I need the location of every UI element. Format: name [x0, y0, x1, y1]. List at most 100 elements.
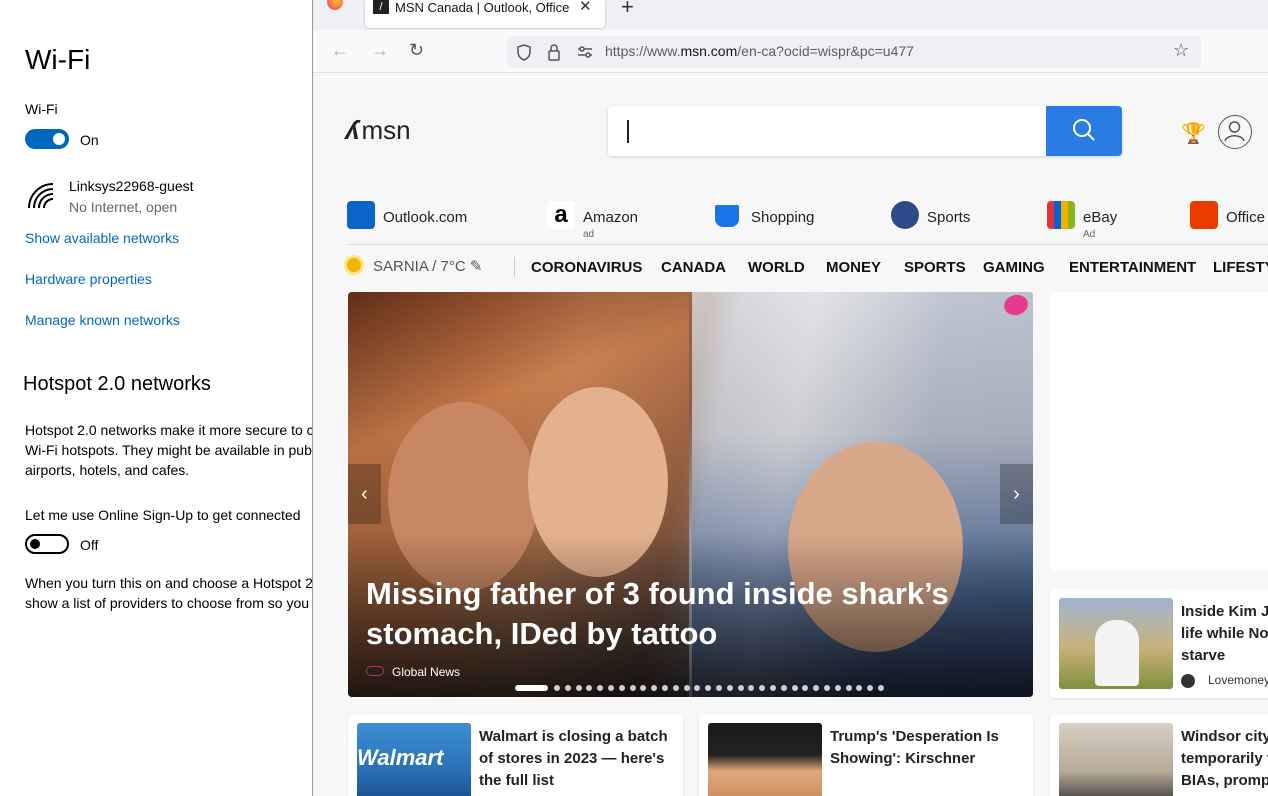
news-card[interactable]: Windsor city temporarily t BIAs, prompt [1050, 714, 1268, 796]
news-card-title: Walmart is closing a batch of stores in … [479, 728, 668, 789]
url-text[interactable]: https://www.msn.com/en-ca?ocid=wispr&pc=… [605, 43, 914, 59]
forward-icon[interactable]: → [371, 40, 389, 61]
ad-placeholder [1050, 292, 1268, 571]
carousel-dot[interactable] [834, 685, 841, 691]
msn-butterfly-icon: ʎ [345, 115, 360, 145]
wifi-toggle[interactable] [25, 129, 69, 149]
side-story-card[interactable]: Inside Kim Jo life while No starve Lovem… [1050, 589, 1268, 698]
hero-carousel[interactable]: ‹ › Missing father of 3 found inside sha… [348, 292, 1033, 697]
online-signup-toggle[interactable] [25, 534, 69, 554]
browser-window: / MSN Canada | Outlook, Office, ✕ + ← → … [312, 0, 1268, 796]
news-card-image: Walmart [357, 723, 471, 796]
news-card-title: Windsor city temporarily t BIAs, prompt [1181, 728, 1268, 789]
carousel-prev-button[interactable]: ‹ [348, 464, 381, 524]
msn-logo[interactable]: ʎmsn [345, 115, 411, 146]
carousel-dot[interactable] [716, 685, 722, 691]
nav-money[interactable]: MONEY [826, 259, 881, 276]
ebay-bag-icon [1047, 201, 1075, 229]
tab-bar: / MSN Canada | Outlook, Office, ✕ + [313, 0, 1268, 30]
news-card-image [708, 723, 822, 796]
toggle-knob [30, 539, 40, 549]
shield-icon[interactable] [516, 44, 532, 61]
network-status: No Internet, open [69, 199, 178, 215]
text-caret [627, 120, 629, 143]
search-input[interactable] [608, 106, 1122, 156]
account-avatar-icon[interactable] [1218, 115, 1252, 149]
nav-canada[interactable]: CANADA [661, 259, 726, 276]
carousel-dot[interactable] [608, 685, 614, 691]
carousel-dot[interactable] [737, 685, 744, 691]
carousel-dot[interactable] [629, 685, 636, 691]
carousel-dot[interactable] [564, 685, 571, 691]
weather-widget[interactable]: SARNIA / 7°C ✎ [347, 257, 482, 275]
news-card[interactable]: Trump's 'Desperation Is Showing': Kirsch… [699, 714, 1033, 796]
sun-icon [347, 258, 361, 272]
news-card[interactable]: Walmart Walmart is closing a batch of st… [348, 714, 683, 796]
divider [514, 257, 515, 277]
signup-toggle-state: Off [80, 537, 99, 553]
wifi-signal-icon [28, 183, 54, 209]
network-name[interactable]: Linksys22968-guest [69, 178, 194, 194]
nav-world[interactable]: WORLD [748, 259, 805, 276]
edit-pencil-icon[interactable]: ✎ [470, 258, 483, 275]
quick-link-label: Office [1226, 209, 1265, 226]
nav-lifestyle[interactable]: LIFESTY [1213, 259, 1268, 276]
news-card-title: Trump's 'Desperation Is Showing': Kirsch… [830, 728, 999, 767]
search-button[interactable] [1046, 106, 1122, 156]
tab-msn[interactable]: / MSN Canada | Outlook, Office, ✕ [365, 0, 605, 28]
quick-link-label: Amazon [583, 209, 639, 226]
side-story-title: Inside Kim Jo life while No starve [1181, 603, 1268, 664]
tab-title: MSN Canada | Outlook, Office, [395, 0, 570, 15]
carousel-dot-active[interactable] [515, 685, 548, 691]
bookmark-star-icon[interactable]: ☆ [1173, 40, 1189, 61]
hotspot-description: Hotspot 2.0 networks make it more secure… [25, 422, 312, 478]
carousel-dot[interactable] [770, 685, 776, 691]
news-card-image [1059, 723, 1173, 796]
carousel-next-button[interactable]: › [1000, 464, 1033, 524]
lock-icon[interactable] [547, 44, 561, 61]
carousel-dot[interactable] [824, 685, 830, 691]
close-tab-icon[interactable]: ✕ [579, 0, 592, 15]
carousel-dot[interactable] [845, 685, 852, 691]
toggle-knob [53, 133, 65, 145]
nav-coronavirus[interactable]: CORONAVIRUS [531, 259, 642, 276]
carousel-dot[interactable] [726, 685, 733, 691]
carousel-dot[interactable] [878, 685, 884, 691]
show-available-networks-link[interactable]: Show available networks [25, 230, 179, 246]
amazon-icon: a [547, 201, 575, 229]
wifi-toggle-state: On [80, 132, 99, 148]
new-tab-icon[interactable]: + [621, 0, 634, 20]
reload-icon[interactable]: ↻ [409, 40, 424, 61]
outlook-icon [347, 201, 375, 229]
carousel-dot[interactable] [672, 685, 679, 691]
msn-page: ʎmsn 🏆 Outlook.com a Amazon ad Shopping [313, 73, 1268, 796]
hero-headline[interactable]: Missing father of 3 found inside shark’s… [366, 574, 1006, 654]
back-icon[interactable]: ← [331, 40, 349, 61]
quick-link-label: eBay [1083, 209, 1118, 226]
rewards-trophy-icon[interactable]: 🏆 [1181, 121, 1206, 146]
nav-entertainment[interactable]: ENTERTAINMENT [1069, 259, 1196, 276]
carousel-dot[interactable] [554, 685, 560, 691]
nav-sports[interactable]: SPORTS [904, 259, 966, 276]
carousel-dot[interactable] [791, 685, 798, 691]
source-logo-icon [1181, 674, 1195, 688]
permissions-icon[interactable] [577, 46, 593, 58]
hardware-properties-link[interactable]: Hardware properties [25, 271, 152, 287]
url-bar[interactable]: https://www.msn.com/en-ca?ocid=wispr&pc=… [507, 36, 1201, 68]
carousel-dot[interactable] [780, 685, 787, 691]
carousel-dot[interactable] [575, 685, 582, 691]
ad-label: Ad [1083, 229, 1096, 240]
nav-gaming[interactable]: GAMING [983, 259, 1045, 276]
wifi-settings-panel: Wi-Fi Wi-Fi On Linksys22968-guest No Int… [0, 0, 312, 796]
source-logo-icon [366, 666, 384, 676]
search-icon [1073, 119, 1095, 141]
msn-favicon-icon: / [373, 0, 389, 14]
signup-label: Let me use Online Sign-Up to get connect… [25, 507, 301, 523]
carousel-dot[interactable] [683, 685, 690, 691]
carousel-dot[interactable] [618, 685, 625, 691]
manage-known-networks-link[interactable]: Manage known networks [25, 312, 180, 328]
category-bar: SARNIA / 7°C ✎ CORONAVIRUS CANADA WORLD … [347, 244, 1268, 290]
carousel-dot[interactable] [662, 685, 668, 691]
shopping-cart-icon [715, 205, 739, 227]
page-title: Wi-Fi [25, 44, 91, 75]
